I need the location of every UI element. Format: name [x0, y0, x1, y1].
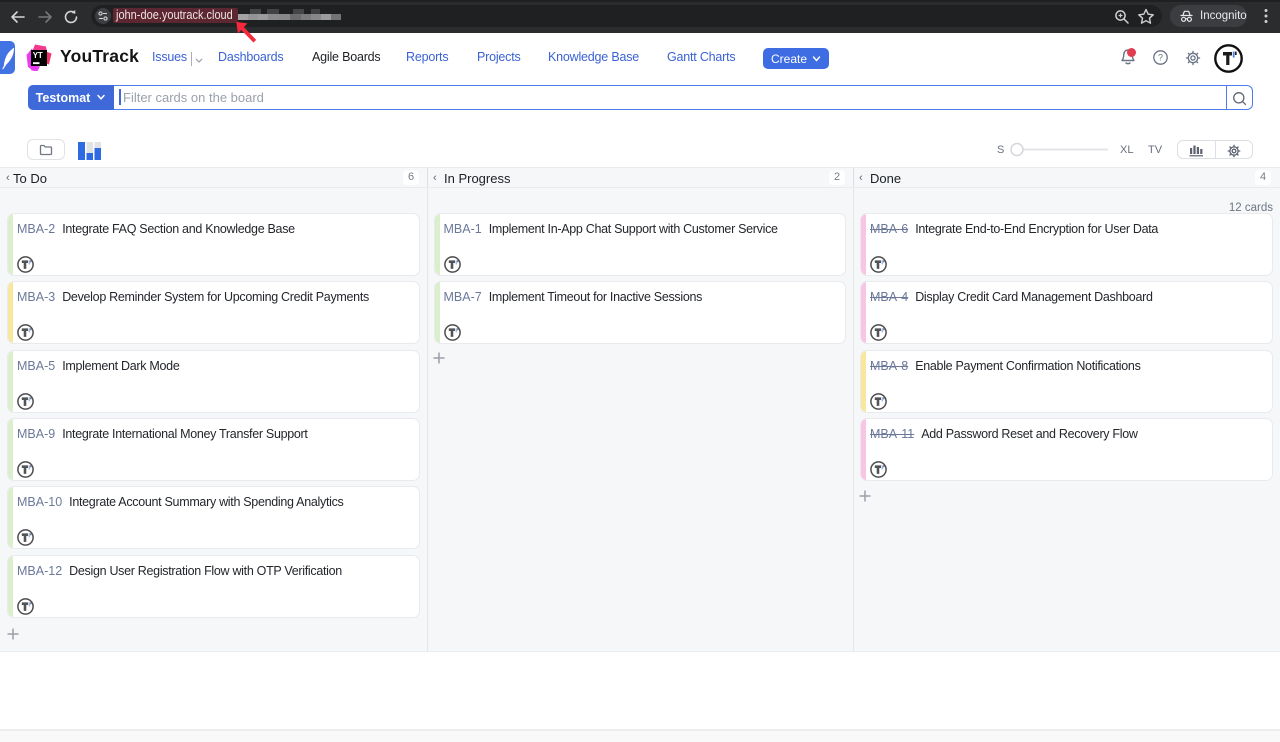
svg-text:YT: YT: [33, 51, 43, 60]
svg-text:?: ?: [1158, 53, 1163, 63]
